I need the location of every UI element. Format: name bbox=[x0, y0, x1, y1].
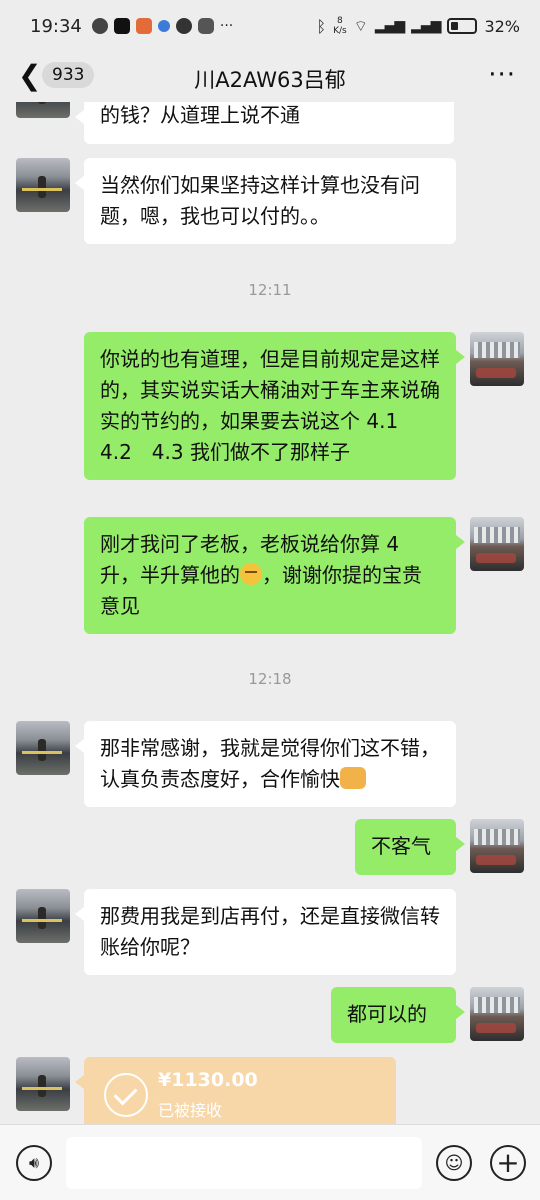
message-timestamp: 12:18 bbox=[248, 670, 292, 688]
status-time: 19:34 bbox=[30, 15, 82, 37]
check-circle-icon bbox=[104, 1073, 148, 1117]
signal-5g-icon: ▂▄▆ bbox=[374, 18, 405, 34]
message-text: 那费用我是到店再付，还是直接微信转账给你呢？ bbox=[100, 904, 440, 959]
my-avatar[interactable] bbox=[470, 517, 524, 571]
message-bubble-outgoing[interactable]: 都可以的 bbox=[331, 987, 465, 1043]
message-text: 你说的也有道理，但是目前规定是这样的，其实说实话大桶油对于车主来说确实的节约的，… bbox=[100, 347, 440, 464]
more-notifications-icon: ··· bbox=[219, 18, 234, 34]
chat-header: ❮ 933 川A2AW63吕郁 ··· bbox=[0, 52, 540, 102]
status-right: ᛒ 8 K/s ⌔ ▂▄▆ ▂▄▆ 32% bbox=[316, 16, 520, 36]
smile-icon[interactable]: ☺ bbox=[436, 1145, 472, 1181]
crying-laughing-emoji-icon bbox=[240, 563, 262, 585]
tiktok-icon bbox=[113, 18, 130, 34]
transfer-status: 已被接收 bbox=[158, 1101, 223, 1120]
status-bar: 19:34 ··· ᛒ 8 K/s ⌔ ▂▄▆ ▂▄▆ 32% bbox=[0, 0, 540, 52]
contact-avatar[interactable] bbox=[16, 889, 70, 943]
contact-avatar[interactable] bbox=[16, 102, 70, 118]
transfer-card[interactable]: ¥1130.00 已被接收 bbox=[75, 1057, 396, 1124]
battery-percent: 32% bbox=[484, 16, 520, 36]
message-bubble-incoming[interactable]: 那费用我是到店再付，还是直接微信转账给你呢？ bbox=[75, 889, 456, 975]
message-text: 不客气 bbox=[371, 834, 431, 858]
status-left: 19:34 ··· bbox=[30, 16, 233, 37]
transfer-amount: ¥1130.00 bbox=[158, 1069, 258, 1091]
message-bubble-incoming[interactable]: 的钱？从道理上说不通 bbox=[75, 102, 454, 144]
message-text: 都可以的 bbox=[347, 1002, 427, 1026]
message-bubble-outgoing[interactable]: 你说的也有道理，但是目前规定是这样的，其实说实话大桶油对于车主来说确实的节约的，… bbox=[84, 332, 465, 480]
message-text: 的钱？从道理上说不通 bbox=[100, 103, 300, 127]
net-speed-unit: K/s bbox=[333, 26, 347, 36]
chat-icon bbox=[175, 18, 192, 34]
my-avatar[interactable] bbox=[470, 987, 524, 1041]
contact-avatar[interactable] bbox=[16, 158, 70, 212]
alarm-icon bbox=[91, 18, 108, 34]
my-avatar[interactable] bbox=[470, 819, 524, 873]
net-speed-value: 8 bbox=[337, 16, 343, 26]
message-bubble-outgoing[interactable]: 不客气 bbox=[355, 819, 465, 875]
message-timestamp: 12:11 bbox=[248, 281, 292, 299]
message-input[interactable] bbox=[66, 1137, 422, 1189]
plus-icon[interactable]: + bbox=[490, 1145, 526, 1181]
input-bar: 🔊︎ ☺ + bbox=[0, 1124, 540, 1200]
bluetooth-icon: ᛒ bbox=[316, 16, 327, 36]
taobao-icon bbox=[135, 18, 152, 34]
message-bubble-outgoing[interactable]: 刚才我问了老板，老板说给你算 4 升，半升算他的 ，谢谢你提的宝贵意见 bbox=[84, 517, 465, 634]
signal-4g-icon: ▂▄▆ bbox=[411, 18, 441, 34]
message-text: 那非常感谢，我就是觉得你们这不错，认真负责态度好，合作愉快 bbox=[100, 736, 440, 791]
message-text: 当然你们如果坚持这样计算也没有问题，嗯，我也可以付的。。 bbox=[100, 173, 420, 228]
wifi-icon: ⌔ bbox=[353, 16, 368, 35]
voice-icon[interactable]: 🔊︎ bbox=[16, 1145, 52, 1181]
battery-icon bbox=[447, 18, 478, 34]
contact-avatar[interactable] bbox=[16, 1057, 70, 1111]
my-avatar[interactable] bbox=[470, 332, 524, 386]
message-bubble-incoming[interactable]: 当然你们如果坚持这样计算也没有问题，嗯，我也可以付的。。 bbox=[75, 158, 456, 244]
contact-avatar[interactable] bbox=[16, 721, 70, 775]
chat-title: 川A2AW63吕郁 bbox=[194, 68, 346, 92]
chat-messages[interactable]: 的钱？从道理上说不通 当然你们如果坚持这样计算也没有问题，嗯，我也可以付的。。 … bbox=[0, 102, 540, 1124]
net-speed: 8 K/s bbox=[333, 16, 347, 36]
app-dot-icon bbox=[157, 20, 170, 32]
app-icon bbox=[197, 18, 214, 34]
message-bubble-incoming[interactable]: 那非常感谢，我就是觉得你们这不错，认真负责态度好，合作愉快 bbox=[75, 721, 456, 807]
more-options-icon[interactable]: ··· bbox=[488, 60, 516, 90]
handshake-emoji-icon bbox=[340, 767, 366, 789]
